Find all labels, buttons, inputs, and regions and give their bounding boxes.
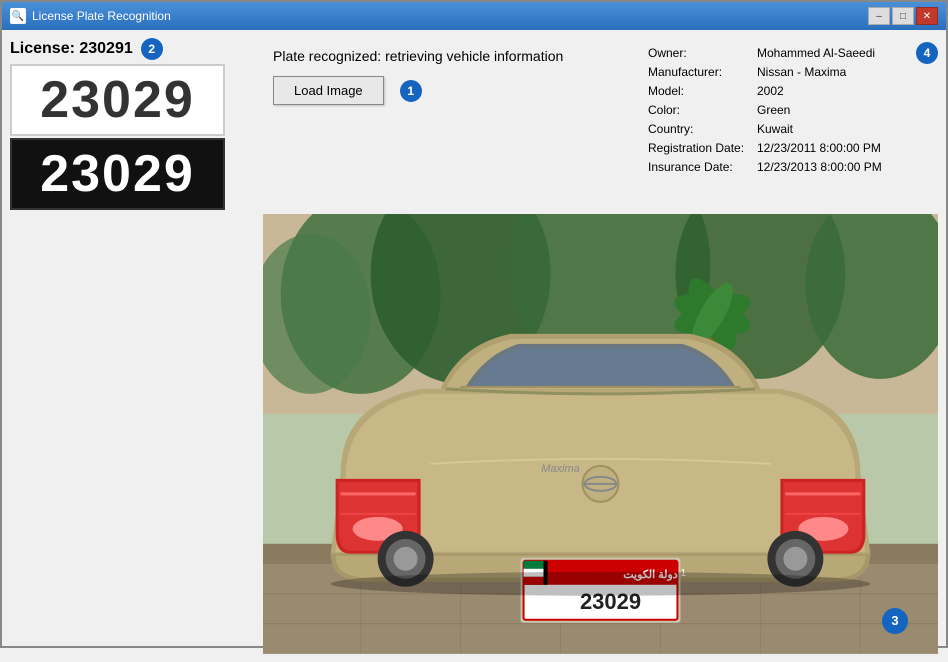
badge-1: 1 [400, 80, 422, 102]
minimize-button[interactable]: – [868, 7, 890, 25]
owner-label: Owner: [648, 46, 753, 60]
close-button[interactable]: ✕ [916, 7, 938, 25]
svg-text:Maxima: Maxima [541, 463, 579, 475]
main-window: 🔍 License Plate Recognition – □ ✕ Licens… [0, 0, 948, 648]
plate-white: 23029 [10, 64, 225, 136]
title-bar: 🔍 License Plate Recognition – □ ✕ [2, 2, 946, 30]
manufacturer-value: Nissan - Maxima [757, 65, 846, 79]
bottom-section: دولة الكويت 1 23029 Maxima [10, 214, 938, 654]
plate-black: 23029 [10, 138, 225, 210]
maximize-button[interactable]: □ [892, 7, 914, 25]
window-title: License Plate Recognition [32, 9, 171, 23]
info-row-color: Color: Green [648, 103, 910, 117]
car-image: دولة الكويت 1 23029 Maxima [263, 214, 938, 654]
app-icon: 🔍 [10, 8, 26, 24]
color-label: Color: [648, 103, 753, 117]
title-bar-left: 🔍 License Plate Recognition [10, 8, 171, 24]
model-label: Model: [648, 84, 753, 98]
plate-images: 23029 23029 [10, 64, 225, 210]
country-label: Country: [648, 122, 753, 136]
info-row-insdate: Insurance Date: 12/23/2013 8:00:00 PM [648, 160, 910, 174]
regdate-value: 12/23/2011 8:00:00 PM [757, 141, 881, 155]
left-panel: License: 230291 2 23029 23029 [10, 38, 255, 210]
middle-panel: Plate recognized: retrieving vehicle inf… [263, 38, 640, 105]
insdate-label: Insurance Date: [648, 160, 753, 174]
window-controls: – □ ✕ [868, 7, 938, 25]
badge-4: 4 [916, 42, 938, 64]
car-scene-svg: دولة الكويت 1 23029 Maxima [263, 214, 938, 654]
info-row-model: Model: 2002 [648, 84, 910, 98]
info-row-regdate: Registration Date: 12/23/2011 8:00:00 PM [648, 141, 910, 155]
top-section: License: 230291 2 23029 23029 Plate reco… [10, 38, 938, 210]
regdate-label: Registration Date: [648, 141, 753, 155]
license-label: License: 230291 [10, 40, 133, 58]
info-row-country: Country: Kuwait [648, 122, 910, 136]
load-btn-row: Load Image 1 [273, 76, 640, 105]
manufacturer-label: Manufacturer: [648, 65, 753, 79]
info-values-block: Owner: Mohammed Al-Saeedi Manufacturer: … [648, 46, 910, 174]
info-row-manufacturer: Manufacturer: Nissan - Maxima [648, 65, 910, 79]
badge-2: 2 [141, 38, 163, 60]
image-area: دولة الكويت 1 23029 Maxima [263, 214, 938, 654]
insdate-value: 12/23/2013 8:00:00 PM [757, 160, 882, 174]
badge-3: 3 [882, 608, 908, 634]
license-header: License: 230291 2 [10, 38, 255, 60]
country-value: Kuwait [757, 122, 793, 136]
info-row-owner: Owner: Mohammed Al-Saeedi [648, 46, 910, 60]
owner-value: Mohammed Al-Saeedi [757, 46, 875, 60]
load-image-button[interactable]: Load Image [273, 76, 384, 105]
content-area: License: 230291 2 23029 23029 Plate reco… [2, 30, 946, 662]
model-value: 2002 [757, 84, 784, 98]
right-panel: Owner: Mohammed Al-Saeedi Manufacturer: … [648, 38, 938, 174]
status-text: Plate recognized: retrieving vehicle inf… [273, 48, 640, 64]
left-spacer [10, 214, 255, 654]
info-header-row: Owner: Mohammed Al-Saeedi Manufacturer: … [648, 46, 938, 174]
color-value: Green [757, 103, 790, 117]
